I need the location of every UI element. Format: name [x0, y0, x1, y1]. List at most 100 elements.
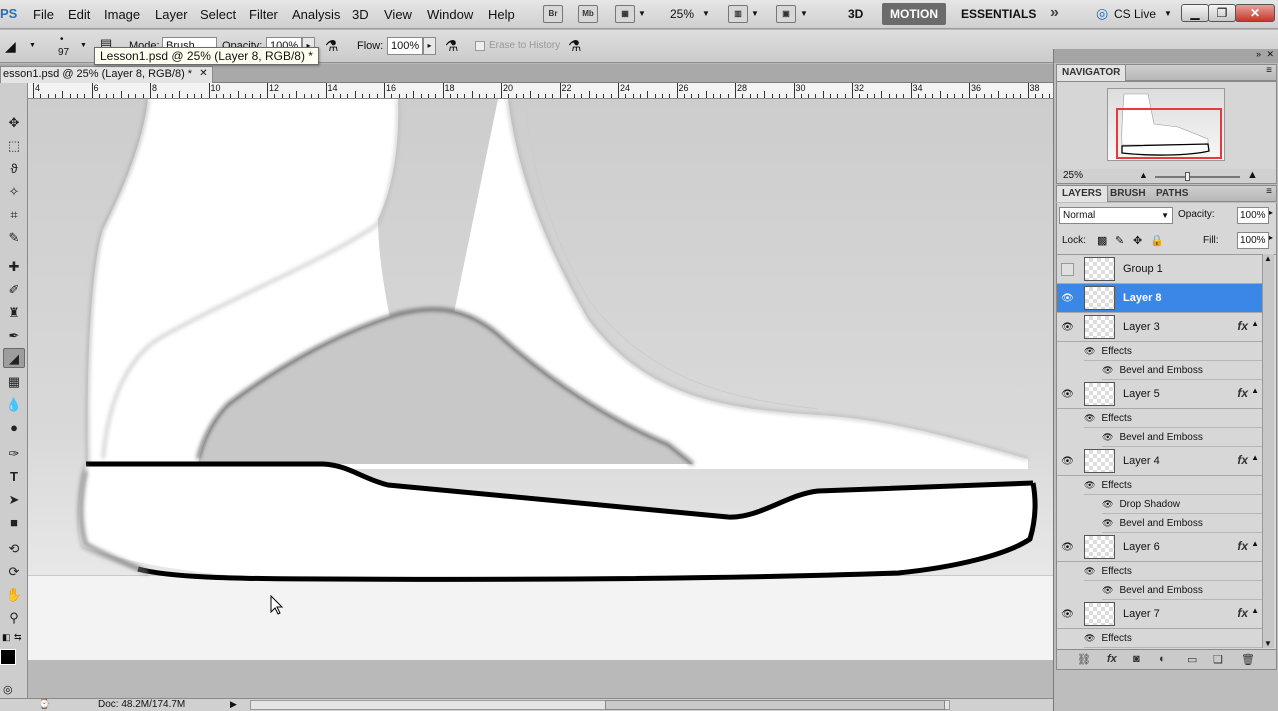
tab-navigator[interactable]: NAVIGATOR	[1057, 65, 1127, 81]
workspace-3d[interactable]: 3D	[840, 3, 871, 25]
maximize-button[interactable]: ❐	[1208, 4, 1236, 22]
chevron-down-icon[interactable]: ▼	[800, 9, 808, 18]
fx-icon[interactable]: fx	[1237, 453, 1248, 467]
lock-image-icon[interactable]: ✎	[1115, 234, 1124, 247]
menu-view[interactable]: View	[384, 7, 412, 22]
layer-name[interactable]: Layer 7	[1123, 608, 1160, 620]
effect-row[interactable]: 👁 Bevel and Emboss	[1102, 361, 1262, 380]
opacity-slider-icon[interactable]: ▸	[1269, 208, 1273, 217]
swap-colors-icon[interactable]: ⇆	[14, 632, 22, 643]
layer-name[interactable]: Group 1	[1123, 263, 1163, 275]
fx-icon[interactable]: fx	[1237, 606, 1248, 620]
menu-filter[interactable]: Filter	[249, 7, 278, 22]
expand-effects-icon[interactable]: ▲	[1251, 319, 1259, 328]
hand-tool-icon[interactable]: ✋	[3, 585, 25, 605]
eyedropper-tool-icon[interactable]: ✎	[3, 228, 25, 248]
eraser-tool-icon[interactable]: ◢	[5, 38, 16, 55]
eye-icon[interactable]: 👁	[1061, 321, 1074, 334]
layer-row[interactable]: 👁 Layer 6 fx ▲	[1057, 533, 1262, 562]
workspace-motion[interactable]: MOTION	[882, 3, 946, 25]
navigator-thumbnail[interactable]	[1107, 88, 1225, 161]
3d-orbit-tool-icon[interactable]: ⟳	[3, 562, 25, 582]
eye-icon[interactable]: 👁	[1061, 388, 1074, 401]
blend-mode-select[interactable]: Normal ▼	[1059, 207, 1173, 224]
layer-row[interactable]: 👁 Layer 4 fx ▲	[1057, 447, 1262, 476]
menu-layer[interactable]: Layer	[155, 7, 188, 22]
scroll-down-icon[interactable]: ▼	[1264, 639, 1272, 648]
eye-icon[interactable]: 👁	[1102, 499, 1113, 509]
eye-icon[interactable]: 👁	[1084, 633, 1095, 643]
type-tool-icon[interactable]: T	[3, 467, 25, 487]
zoom-out-icon[interactable]: ▲	[1139, 170, 1148, 180]
chevron-down-icon[interactable]: ▼	[702, 9, 710, 18]
tab-paths[interactable]: PATHS	[1151, 186, 1193, 202]
layer-name[interactable]: Layer 3	[1123, 321, 1160, 333]
tablet-pressure-icon[interactable]: ⚗	[568, 37, 581, 55]
quick-select-tool-icon[interactable]: ✧	[3, 182, 25, 202]
zoom-tool-icon[interactable]: ⚲	[3, 608, 25, 628]
eye-icon[interactable]: 👁	[1102, 365, 1113, 375]
3d-rotate-tool-icon[interactable]: ⟲	[3, 539, 25, 559]
blur-tool-icon[interactable]: 💧	[3, 395, 25, 415]
brush-size[interactable]: 97	[58, 47, 69, 58]
effect-row[interactable]: 👁 Bevel and Emboss	[1102, 581, 1262, 600]
chevron-down-icon[interactable]: ▼	[29, 42, 36, 49]
chevron-down-icon[interactable]: ▼	[1161, 208, 1169, 223]
panel-menu-icon[interactable]: ≡	[1266, 65, 1272, 76]
eye-icon[interactable]: 👁	[1084, 346, 1095, 356]
marquee-tool-icon[interactable]: ⬚	[3, 136, 25, 156]
shape-tool-icon[interactable]: ■	[3, 513, 25, 533]
new-layer-icon[interactable]: ❑	[1213, 653, 1223, 666]
doc-size[interactable]: Doc: 48.2M/174.7M	[98, 699, 185, 710]
lock-position-icon[interactable]: ✥	[1133, 234, 1142, 247]
flow-slider-icon[interactable]: ▸	[423, 37, 436, 55]
fx-icon[interactable]: fx	[1237, 319, 1248, 333]
menu-edit[interactable]: Edit	[68, 7, 90, 22]
effect-row[interactable]: 👁 Drop Shadow	[1102, 495, 1262, 514]
effects-row[interactable]: 👁 Effects	[1084, 409, 1262, 428]
effects-row[interactable]: 👁 Effects	[1084, 342, 1262, 361]
tab-brush[interactable]: BRUSH	[1105, 186, 1151, 202]
lasso-tool-icon[interactable]: ϑ	[3, 159, 25, 179]
zoom-slider-track[interactable]	[1155, 176, 1240, 178]
view-extras-icon[interactable]: ▦	[615, 5, 635, 23]
delete-layer-icon[interactable]: 🗑	[1241, 653, 1255, 666]
add-style-icon[interactable]: fx	[1107, 653, 1117, 665]
menu-file[interactable]: File	[33, 7, 54, 22]
lock-transparent-icon[interactable]: ▩	[1097, 234, 1107, 247]
airbrush-icon[interactable]: ⚗	[325, 37, 338, 55]
layer-opacity-input[interactable]: 100%	[1237, 207, 1269, 224]
brush-tool-icon[interactable]: ✐	[3, 280, 25, 300]
zoom-level[interactable]: 25%	[670, 7, 694, 21]
effects-row[interactable]: 👁 Effects	[1084, 629, 1262, 648]
status-menu-arrow-icon[interactable]: ▶	[230, 699, 237, 710]
bridge-button[interactable]: Br	[543, 5, 563, 23]
eraser-tool-icon[interactable]: ◢	[3, 348, 25, 368]
dodge-tool-icon[interactable]: ●	[3, 418, 25, 438]
eye-icon[interactable]: 👁	[1102, 585, 1113, 595]
menu-3d[interactable]: 3D	[352, 7, 369, 22]
expand-effects-icon[interactable]: ▲	[1251, 386, 1259, 395]
expand-effects-icon[interactable]: ▲	[1251, 539, 1259, 548]
close-button[interactable]: ✕	[1235, 4, 1275, 22]
mini-bridge-button[interactable]: Mb	[578, 5, 598, 23]
eye-icon[interactable]: 👁	[1061, 455, 1074, 468]
chevron-down-icon[interactable]: ▼	[751, 9, 759, 18]
eye-icon[interactable]: 👁	[1084, 413, 1095, 423]
chevron-down-icon[interactable]: ▼	[638, 9, 646, 18]
eye-icon[interactable]: 👁	[1084, 566, 1095, 576]
menu-select[interactable]: Select	[200, 7, 236, 22]
layer-name[interactable]: Layer 4	[1123, 455, 1160, 467]
flow-input[interactable]: 100%	[387, 37, 423, 55]
link-layers-icon[interactable]: ⛓	[1077, 653, 1091, 666]
minimize-button[interactable]: ▁	[1181, 4, 1209, 22]
eye-icon[interactable]: 👁	[1061, 541, 1074, 554]
layer-name[interactable]: Layer 5	[1123, 388, 1160, 400]
panel-menu-icon[interactable]: ≡	[1266, 186, 1272, 197]
tab-layers[interactable]: LAYERS	[1057, 186, 1108, 202]
scroll-up-icon[interactable]: ▲	[1264, 254, 1272, 263]
chevron-down-icon[interactable]: ▼	[1164, 9, 1172, 18]
adjustment-layer-icon[interactable]: ◐	[1159, 653, 1166, 665]
screen-mode-icon[interactable]: ▣	[776, 5, 796, 23]
chevron-down-icon[interactable]: ▼	[80, 42, 87, 49]
